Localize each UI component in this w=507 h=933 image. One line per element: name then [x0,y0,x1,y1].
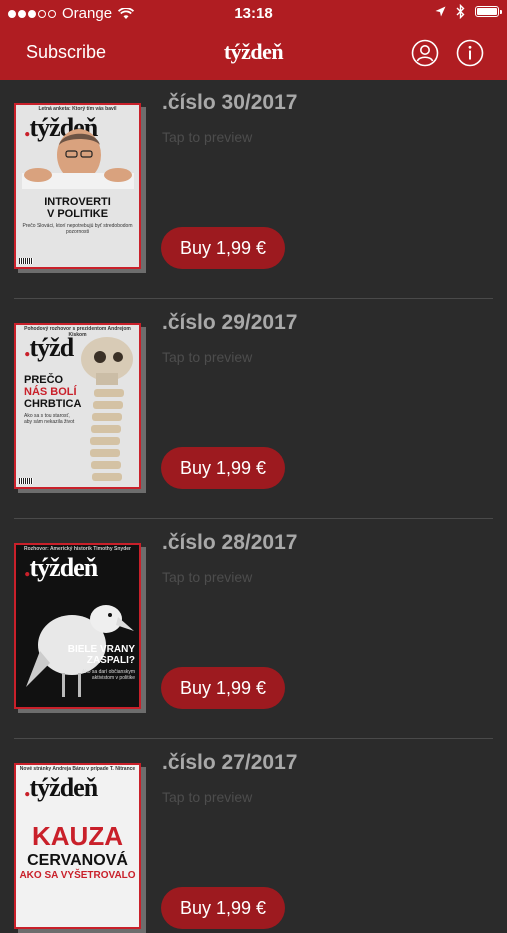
battery-icon [475,6,502,17]
tap-to-preview-label[interactable]: Tap to preview [162,349,252,365]
nav-bar: Subscribe týždeň [0,28,507,80]
issue-cover[interactable]: Letná anketa: Ktorý tím vás bavil .týžde… [14,103,146,273]
issue-row[interactable]: Nové stránky Andreja Bánu v prípade T. N… [0,739,507,933]
issue-cover[interactable]: Pohodový rozhovor s prezidentom Andrejom… [14,323,146,493]
clock: 13:18 [234,5,273,22]
status-right [435,4,502,19]
issue-row[interactable]: Letná anketa: Ktorý tím vás bavil .týžde… [0,79,507,299]
location-icon [435,6,446,17]
issue-title: .číslo 27/2017 [162,751,298,774]
buy-button[interactable]: Buy 1,99 € [161,447,285,489]
buy-button[interactable]: Buy 1,99 € [161,887,285,929]
cover-image: Rozhovor: Americký historik Timothy Snyd… [14,543,141,709]
issue-title: .číslo 29/2017 [162,311,298,334]
issue-row[interactable]: Pohodový rozhovor s prezidentom Andrejom… [0,299,507,519]
issue-title: .číslo 30/2017 [162,91,298,114]
buy-button[interactable]: Buy 1,99 € [161,227,285,269]
status-bar: Orange 13:18 [0,0,507,28]
tap-to-preview-label[interactable]: Tap to preview [162,789,252,805]
cover-image: Letná anketa: Ktorý tím vás bavil .týžde… [14,103,141,269]
issue-title: .číslo 28/2017 [162,531,298,554]
issue-cover[interactable]: Rozhovor: Americký historik Timothy Snyd… [14,543,146,713]
tap-to-preview-label[interactable]: Tap to preview [162,569,252,585]
cover-image: Pohodový rozhovor s prezidentom Andrejom… [14,323,141,489]
user-icon[interactable] [411,39,439,67]
info-icon[interactable] [456,39,484,67]
cover-image: Nové stránky Andreja Bánu v prípade T. N… [14,763,141,929]
issue-cover[interactable]: Nové stránky Andreja Bánu v prípade T. N… [14,763,146,933]
buy-button[interactable]: Buy 1,99 € [161,667,285,709]
bluetooth-icon [456,4,465,19]
issue-row[interactable]: Rozhovor: Americký historik Timothy Snyd… [0,519,507,739]
tap-to-preview-label[interactable]: Tap to preview [162,129,252,145]
